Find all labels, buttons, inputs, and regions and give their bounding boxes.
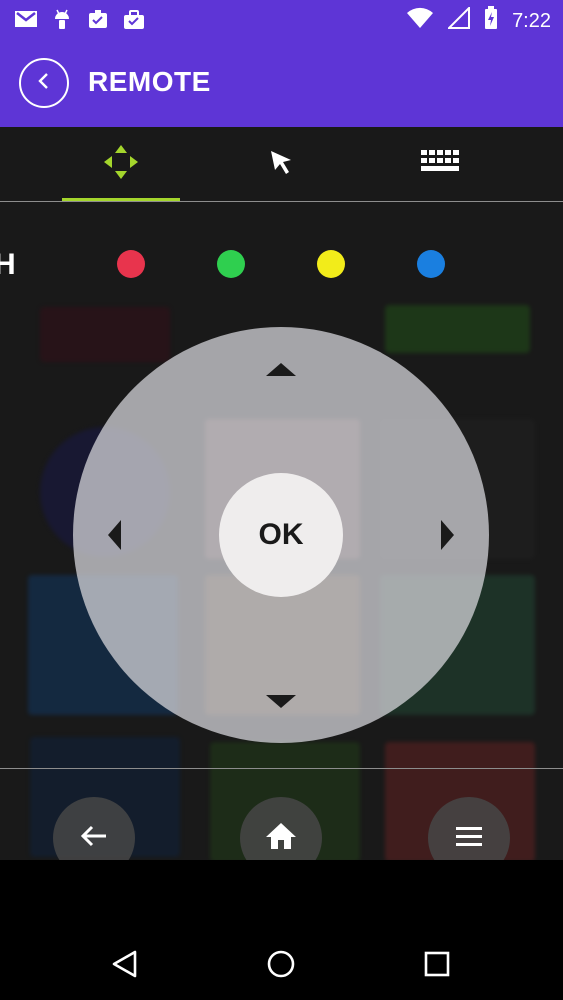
briefcase-check-icon <box>122 8 146 37</box>
chevron-left-icon <box>34 71 54 96</box>
tab-dpad[interactable] <box>62 127 180 202</box>
red-key-button[interactable] <box>117 250 145 278</box>
status-bar: 7:22 <box>0 0 563 40</box>
system-nav-bar <box>0 860 563 1000</box>
android-icon <box>50 8 74 37</box>
status-time: 7:22 <box>512 9 551 32</box>
tab-keyboard[interactable] <box>382 127 500 202</box>
cursor-arrow-icon <box>267 148 295 181</box>
back-triangle-icon <box>110 949 140 984</box>
nav-recents-button[interactable] <box>419 948 455 984</box>
dpad-down-button[interactable] <box>266 695 296 708</box>
clipboard-check-icon <box>86 8 110 37</box>
tabs-divider <box>0 201 563 202</box>
green-key-button[interactable] <box>217 250 245 278</box>
remote-panel: H OK <box>0 127 563 860</box>
home-circle-icon <box>266 949 296 984</box>
gmail-icon <box>14 8 38 37</box>
home-icon <box>264 821 298 856</box>
nav-home-button[interactable] <box>263 948 299 984</box>
dpad-arrows-icon <box>102 143 140 186</box>
partial-text: H <box>0 248 16 281</box>
app-bar: REMOTE <box>0 40 563 127</box>
battery-charging-icon <box>484 6 498 35</box>
dpad-right-button[interactable] <box>441 520 454 550</box>
page-title: REMOTE <box>88 66 211 97</box>
dpad: OK <box>73 327 489 743</box>
menu-icon <box>456 825 482 852</box>
bottom-divider <box>0 768 563 769</box>
ok-button[interactable]: OK <box>219 473 343 597</box>
blue-key-button[interactable] <box>417 250 445 278</box>
nav-back-button[interactable] <box>107 948 143 984</box>
dpad-up-button[interactable] <box>266 363 296 376</box>
remote-mode-tabs <box>0 127 563 202</box>
recents-square-icon <box>423 950 451 983</box>
wifi-icon <box>406 7 434 34</box>
signal-icon <box>446 5 471 34</box>
arrow-left-icon <box>80 824 108 853</box>
yellow-key-button[interactable] <box>317 250 345 278</box>
tab-pointer[interactable] <box>222 127 340 202</box>
dpad-left-button[interactable] <box>108 520 121 550</box>
back-button[interactable] <box>19 58 69 108</box>
keyboard-icon <box>421 150 461 179</box>
